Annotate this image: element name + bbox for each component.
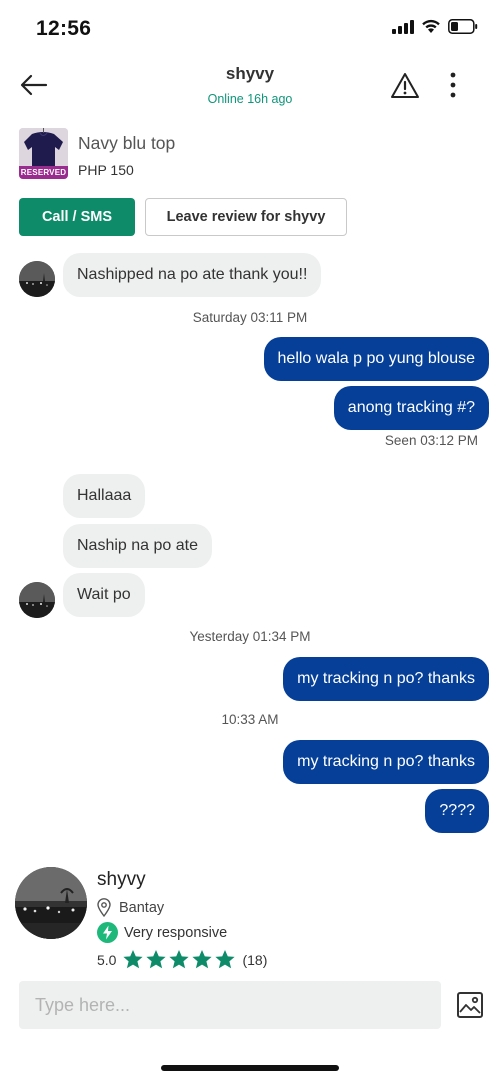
seller-rating[interactable]: 5.0 (18) <box>97 949 267 970</box>
message-incoming[interactable]: Naship na po ate <box>63 524 212 568</box>
seen-status: Seen 03:12 PM <box>384 433 478 448</box>
timestamp: Saturday 03:11 PM <box>192 310 308 325</box>
seller-responsiveness: Very responsive <box>97 922 227 943</box>
timestamp: 10:33 AM <box>221 712 279 727</box>
lightning-badge-icon <box>97 922 118 943</box>
warning-icon <box>391 72 419 98</box>
call-sms-button[interactable]: Call / SMS <box>19 198 135 236</box>
wifi-icon <box>422 19 440 33</box>
leave-review-button[interactable]: Leave review for shyvy <box>145 198 347 236</box>
message-outgoing[interactable]: anong tracking #? <box>333 386 489 430</box>
timestamp: Yesterday 01:34 PM <box>189 629 311 644</box>
star-icon <box>192 950 213 969</box>
message-incoming[interactable]: Nashipped na po ate thank you!! <box>63 253 322 297</box>
seller-name[interactable]: shyvy <box>97 869 146 891</box>
listing-price: PHP 150 <box>78 162 134 178</box>
chat-header: shyvy Online 16h ago <box>0 58 500 116</box>
responsiveness-label: Very responsive <box>124 924 228 941</box>
image-icon <box>457 992 483 1018</box>
sender-avatar[interactable] <box>19 582 55 618</box>
message-outgoing[interactable]: my tracking n po? thanks <box>283 740 489 784</box>
message-input[interactable] <box>19 981 441 1029</box>
seller-location-label: Bantay <box>119 899 165 916</box>
star-icon <box>123 950 144 969</box>
reserved-badge: RESERVED <box>19 166 68 179</box>
status-bar: 12:56 <box>0 0 500 58</box>
review-count: (18) <box>242 951 268 968</box>
star-icon <box>169 950 190 969</box>
attach-image-button[interactable] <box>454 989 486 1021</box>
message-outgoing[interactable]: ???? <box>425 789 489 833</box>
report-button[interactable] <box>388 70 422 100</box>
message-outgoing[interactable]: my tracking n po? thanks <box>283 657 489 701</box>
listing-title: Navy blu top <box>78 133 176 153</box>
status-icons <box>392 19 478 34</box>
chat-title: shyvy <box>225 64 275 83</box>
message-incoming[interactable]: Wait po <box>63 573 145 617</box>
seller-avatar[interactable] <box>15 867 87 939</box>
battery-icon <box>448 19 478 34</box>
night-photo-avatar <box>15 867 87 939</box>
night-photo-avatar <box>19 582 55 618</box>
status-time: 12:56 <box>36 17 92 40</box>
location-pin-icon <box>97 898 111 917</box>
home-indicator[interactable] <box>161 1065 339 1071</box>
seller-location: Bantay <box>97 898 164 917</box>
night-photo-avatar <box>19 261 55 297</box>
message-outgoing[interactable]: hello wala p po yung blouse <box>263 337 489 381</box>
rating-value: 5.0 <box>97 951 117 968</box>
online-status: Online 16h ago <box>207 92 293 106</box>
listing-card[interactable]: RESERVED Navy blu top PHP 150 <box>19 128 489 182</box>
sender-avatar[interactable] <box>19 261 55 297</box>
message-incoming[interactable]: Hallaaa <box>63 474 146 518</box>
star-icon <box>215 950 236 969</box>
signal-icon <box>392 19 414 34</box>
star-rating <box>122 949 236 970</box>
listing-thumbnail: RESERVED <box>19 128 68 179</box>
star-icon <box>146 950 167 969</box>
more-vertical-icon <box>450 72 456 98</box>
more-options-button[interactable] <box>441 68 465 102</box>
